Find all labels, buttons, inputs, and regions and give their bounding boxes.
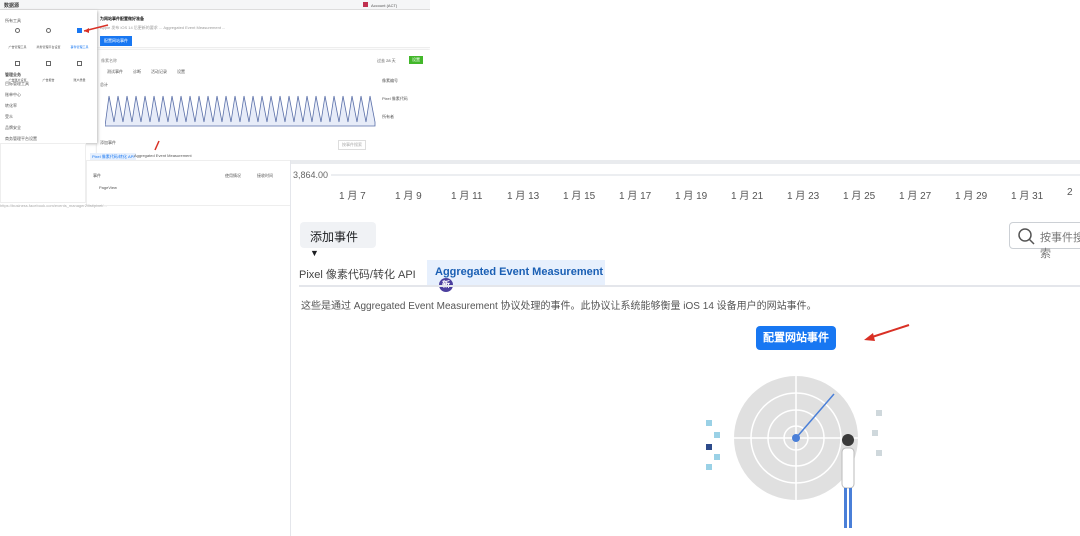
date-tick: 1 月 23 (787, 191, 820, 202)
top-bar: 数据源 Account (ACT) (0, 0, 430, 10)
date-tick: 1 月 19 (675, 191, 708, 202)
tab-settings[interactable]: 设置 (177, 69, 185, 75)
tile-icon (77, 61, 82, 66)
menu-item[interactable]: 商务管理平台设置 (5, 136, 37, 142)
tile-icon (15, 28, 20, 33)
menu-section: 管理业务 (5, 72, 21, 77)
col-event: 事件 (93, 173, 101, 178)
menu-tile[interactable]: 商务管理平台设置 (33, 28, 64, 53)
menu-tile[interactable]: 广告报告 (33, 61, 64, 86)
menu-item[interactable]: 账单中心 (5, 92, 37, 98)
inset-add-event[interactable]: 添加事件 (100, 140, 116, 146)
date-tick: 1 月 31 (1011, 191, 1044, 202)
inset-search[interactable]: 按事件搜索 (338, 140, 366, 150)
red-arrow-icon (154, 140, 160, 151)
col-received: 接收时间 (257, 173, 273, 178)
date-range-button[interactable]: 过去 28 天 (377, 58, 396, 64)
tile-icon (15, 61, 20, 66)
date-tick: 1 月 21 (731, 191, 764, 202)
col-usage: 使用情况 (225, 173, 241, 178)
account-selector[interactable]: Account (ACT) (371, 3, 397, 8)
table-row[interactable]: PageView (99, 185, 117, 190)
menu-item[interactable]: 目标管理工具 (5, 81, 37, 87)
banner-text: Apple 发布 iOS 14 后更新的要求 ... Aggregated Ev… (100, 25, 226, 30)
tile-label: 广告管理工具 (8, 45, 27, 49)
date-tick: 1 月 17 (619, 191, 652, 202)
tile-icon (46, 61, 51, 66)
menu-item[interactable]: 转化率 (5, 103, 37, 109)
radar-illustration (706, 376, 882, 528)
configure-web-events-button[interactable]: 配置网站事件 (756, 326, 836, 350)
chart-baseline (331, 174, 1080, 176)
date-tick: 1 月 27 (899, 191, 932, 202)
red-arrow-icon (864, 324, 910, 341)
left-blank-panel (0, 143, 86, 203)
date-tick: 1 月 15 (563, 191, 596, 202)
tile-label: 广告报告 (42, 78, 55, 82)
tab-pixel-label: Pixel 像素代码/转化 API (299, 269, 416, 281)
add-event-button[interactable]: 添加事件 ▼ (300, 222, 376, 258)
tile-label: 商务管理平台设置 (36, 45, 61, 49)
banner: 为网站事件配置做好准备 Apple 发布 iOS 14 后更新的要求 ... A… (97, 12, 430, 48)
divider (291, 160, 1080, 164)
status-url: https://business.facebook.com/events_man… (0, 203, 107, 208)
tab-test-events[interactable]: 测试事件 (107, 69, 123, 75)
tab-aem-label: Aggregated Event Measurement (435, 266, 604, 278)
pixel-code-label[interactable]: Pixel 像素代码 (382, 96, 408, 102)
inset-tab-aem[interactable]: Aggregated Event Measurement (134, 153, 192, 158)
setup-button[interactable]: 设置 (409, 56, 423, 64)
tile-icon (46, 28, 51, 33)
tab-diagnostics[interactable]: 诊断 (133, 69, 141, 75)
search-icon (1018, 228, 1035, 245)
tile-label: 账户质量 (73, 78, 86, 82)
pixel-panel: 像素名称 过去 28 天 设置 测试事件 诊断 活动记录 设置 总计 像素编号 … (97, 50, 430, 160)
menu-list: 目标管理工具 账单中心 转化率 受众 品牌安全 商务管理平台设置 (5, 81, 37, 142)
inset-tabs: 测试事件 诊断 活动记录 设置 (107, 69, 185, 75)
date-tick: 2 (1067, 187, 1073, 198)
tile-label: 事件管理工具 (70, 45, 89, 49)
menu-tile[interactable]: 账户质量 (64, 61, 95, 86)
pixel-id-label: 像素编号 (382, 78, 398, 83)
topbar-title: 数据源 (4, 3, 20, 9)
pixel-name: 像素名称 (101, 58, 117, 63)
menu-tile[interactable]: 广告管理工具 (2, 28, 33, 53)
date-tick: 1 月 7 (339, 191, 366, 202)
date-tick: 1 月 11 (451, 191, 483, 202)
tab-activity[interactable]: 活动记录 (151, 69, 167, 75)
caret-down-icon: ▼ (310, 248, 319, 258)
tab-aem[interactable]: Aggregated Event Measurement 新 (427, 260, 605, 292)
event-search-input[interactable]: 按事件搜索 (1009, 222, 1080, 260)
menu-heading: 所有工具 (5, 18, 21, 23)
search-placeholder: 按事件搜索 (1040, 232, 1080, 260)
axis-value-label: 3,864.00 (293, 170, 329, 180)
events-table: 事件 使用情况 接收时间 PageView (86, 160, 291, 206)
main-screenshot: 3,864.00 1 月 7 1 月 9 1 月 11 1 月 13 1 月 15 1 月… (290, 160, 1080, 536)
red-arrow-icon (83, 24, 109, 33)
tab-underline (299, 285, 1080, 287)
tab-pixel[interactable]: Pixel 像素代码/转化 API (299, 260, 416, 285)
account-avatar (363, 2, 368, 7)
add-event-label: 添加事件 (310, 230, 359, 244)
aem-description: 这些是通过 Aggregated Event Measurement 协议处理的… (301, 301, 817, 312)
owner-label: 所有者 (382, 114, 394, 119)
menu-item[interactable]: 品牌安全 (5, 125, 37, 131)
date-tick: 1 月 9 (395, 191, 422, 202)
date-tick: 1 月 25 (843, 191, 876, 202)
banner-configure-button[interactable]: 配置网站事件 (100, 36, 132, 46)
event-line-chart (105, 95, 376, 127)
side-info: 像素编号 Pixel 像素代码 所有者 (382, 78, 408, 120)
menu-item[interactable]: 受众 (5, 114, 37, 120)
date-tick: 1 月 29 (955, 191, 988, 202)
date-tick: 1 月 13 (507, 191, 540, 202)
chart-label: 总计 (100, 82, 108, 87)
